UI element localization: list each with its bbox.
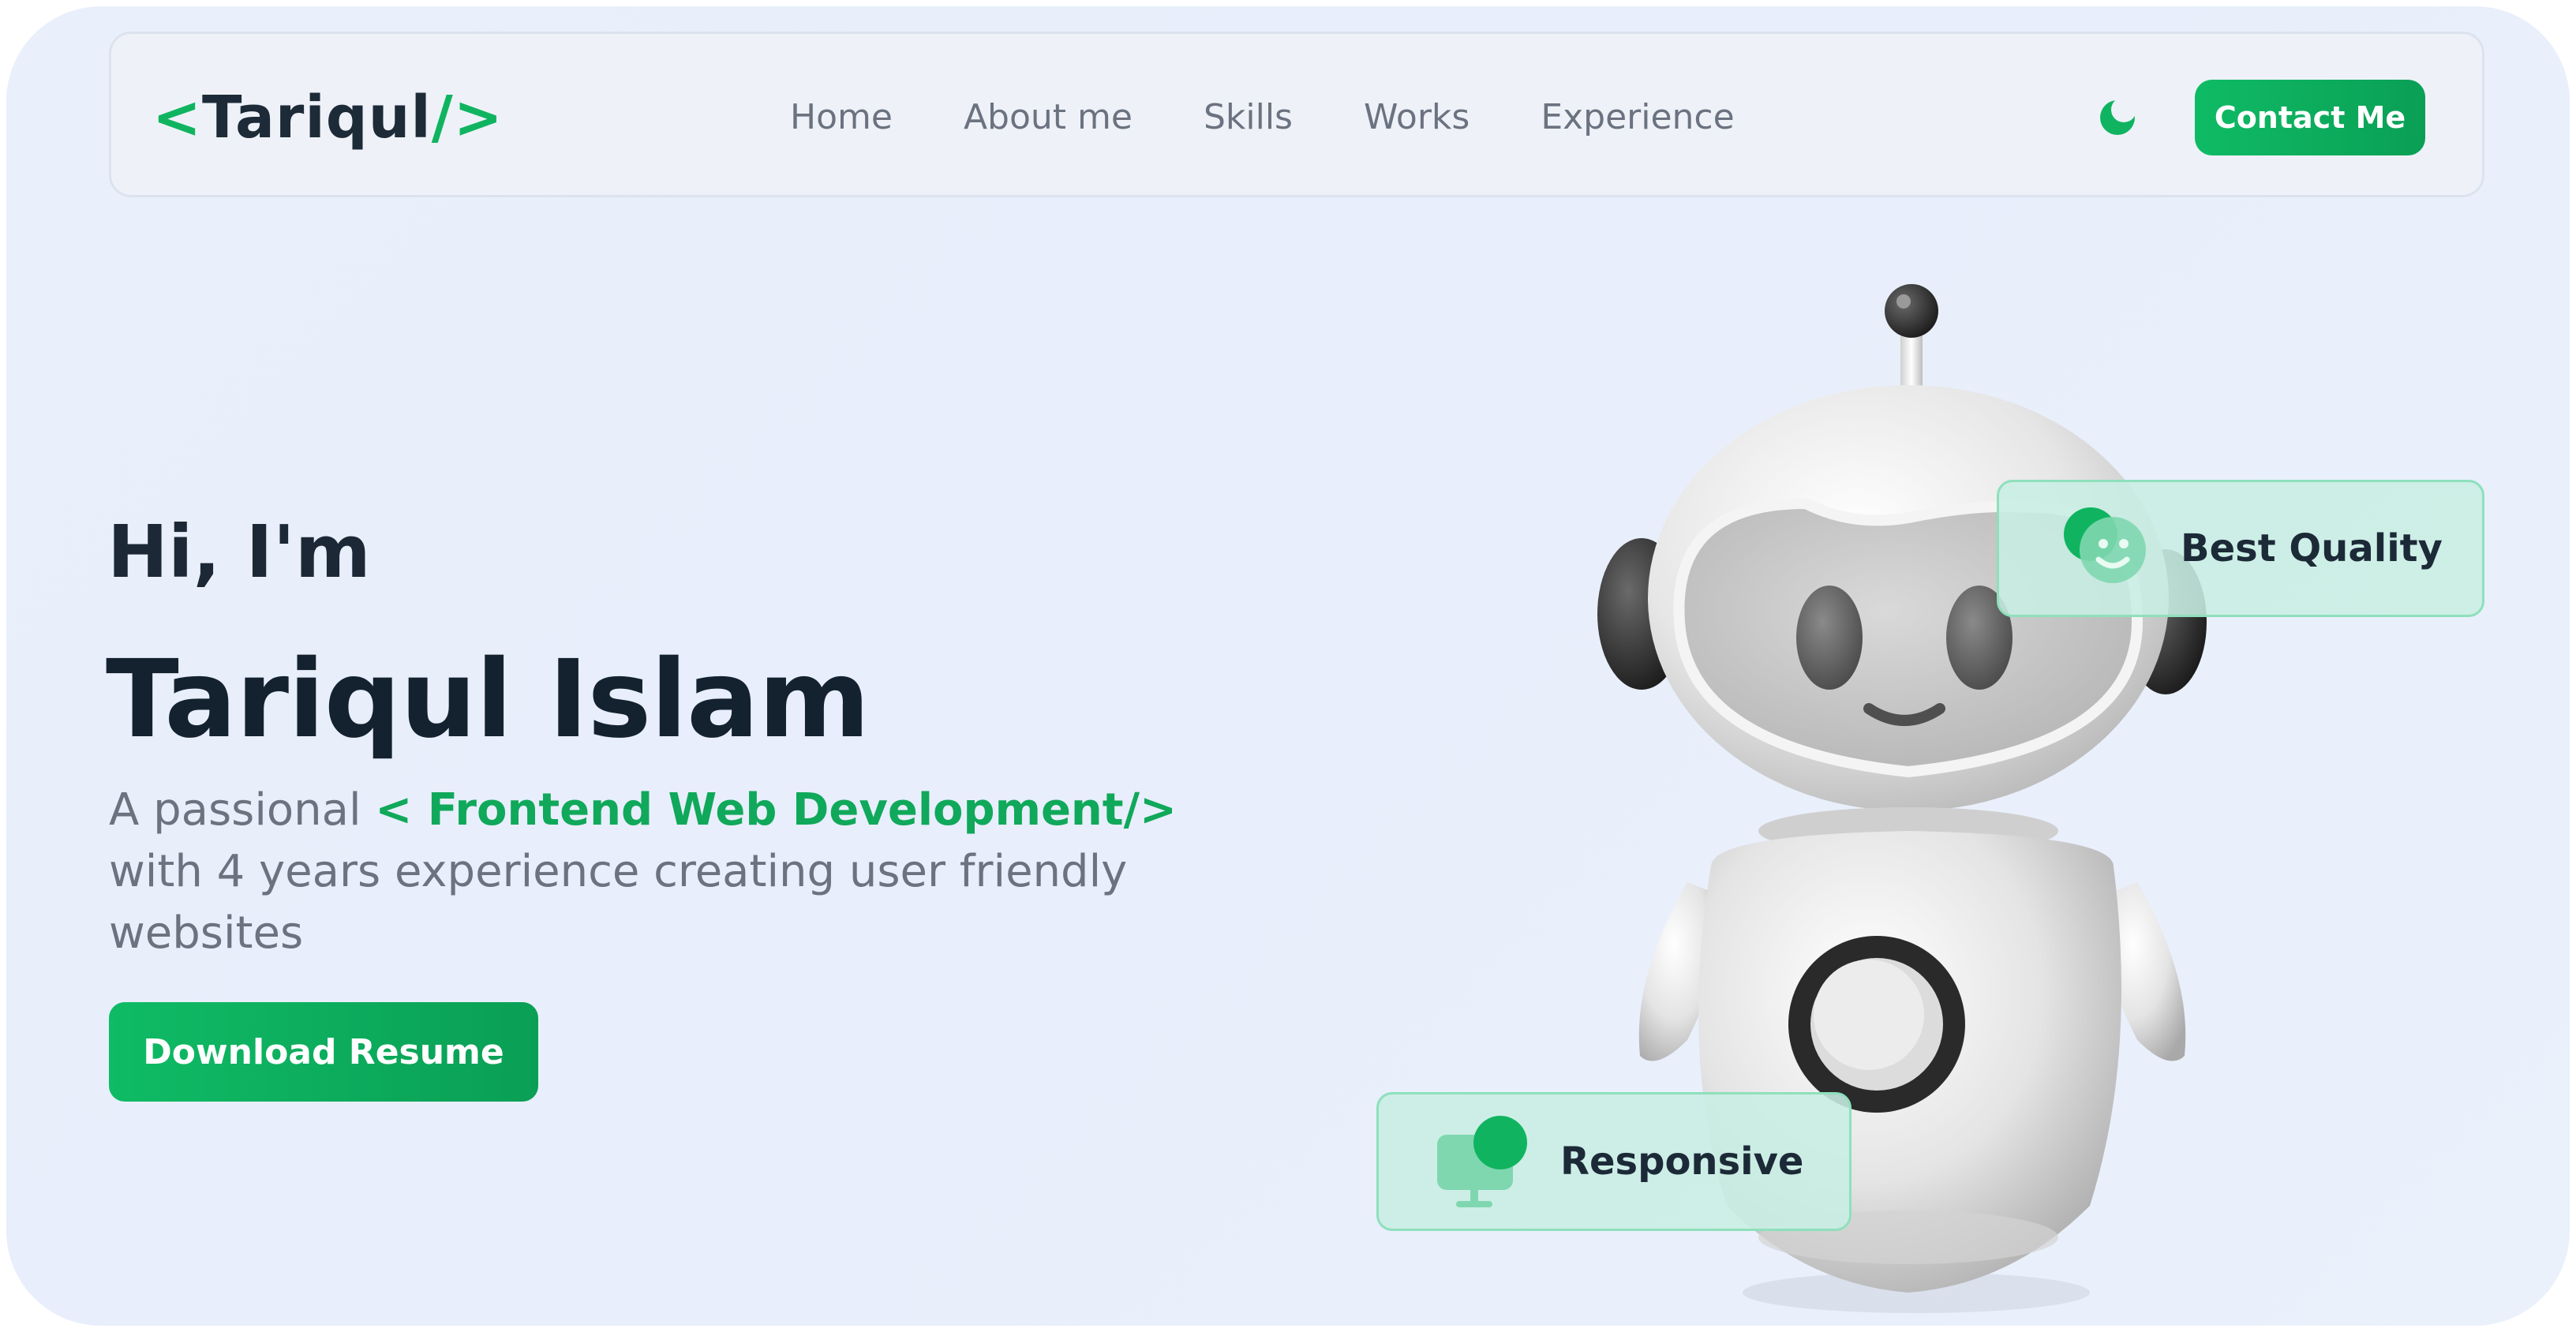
best-quality-label: Best Quality <box>2181 526 2443 571</box>
responsive-label: Responsive <box>1560 1139 1804 1184</box>
nav-link-skills[interactable]: Skills <box>1204 97 1293 137</box>
nav-link-home[interactable]: Home <box>790 97 893 137</box>
hero-description: A passional < Frontend Web Development/>… <box>109 780 1245 964</box>
page-frame: <Tariqul/> Home About me Skills Works Ex… <box>6 6 2570 1326</box>
responsive-badge: Responsive <box>1376 1092 1852 1231</box>
navbar: <Tariqul/> Home About me Skills Works Ex… <box>109 32 2484 197</box>
moon-icon <box>2100 97 2136 135</box>
hero-name: Tariqul Islam <box>106 638 870 762</box>
nav-link-works[interactable]: Works <box>1364 97 1470 137</box>
nav-link-experience[interactable]: Experience <box>1541 97 1734 137</box>
nav-links: Home About me Skills Works Experience <box>790 34 1806 200</box>
site-logo[interactable]: <Tariqul/> <box>152 78 504 157</box>
theme-toggle-button[interactable] <box>2092 92 2143 143</box>
smile-badge-icon <box>2064 507 2146 583</box>
logo-open-bracket: < <box>152 84 203 152</box>
logo-text: Tariqul <box>202 84 432 152</box>
hero-greeting: Hi, I'm <box>107 510 371 594</box>
logo-close-bracket: /> <box>431 84 504 152</box>
hero-desc-prefix: A passional <box>109 784 376 836</box>
monitor-badge-icon <box>1437 1116 1527 1207</box>
contact-me-button[interactable]: Contact Me <box>2195 80 2425 155</box>
best-quality-badge: Best Quality <box>1997 480 2484 617</box>
hero-desc-highlight: < Frontend Web Development/> <box>375 784 1177 836</box>
nav-link-about[interactable]: About me <box>964 97 1133 137</box>
download-resume-button[interactable]: Download Resume <box>109 1002 538 1102</box>
hero-desc-suffix: with 4 years experience creating user fr… <box>109 846 1128 959</box>
